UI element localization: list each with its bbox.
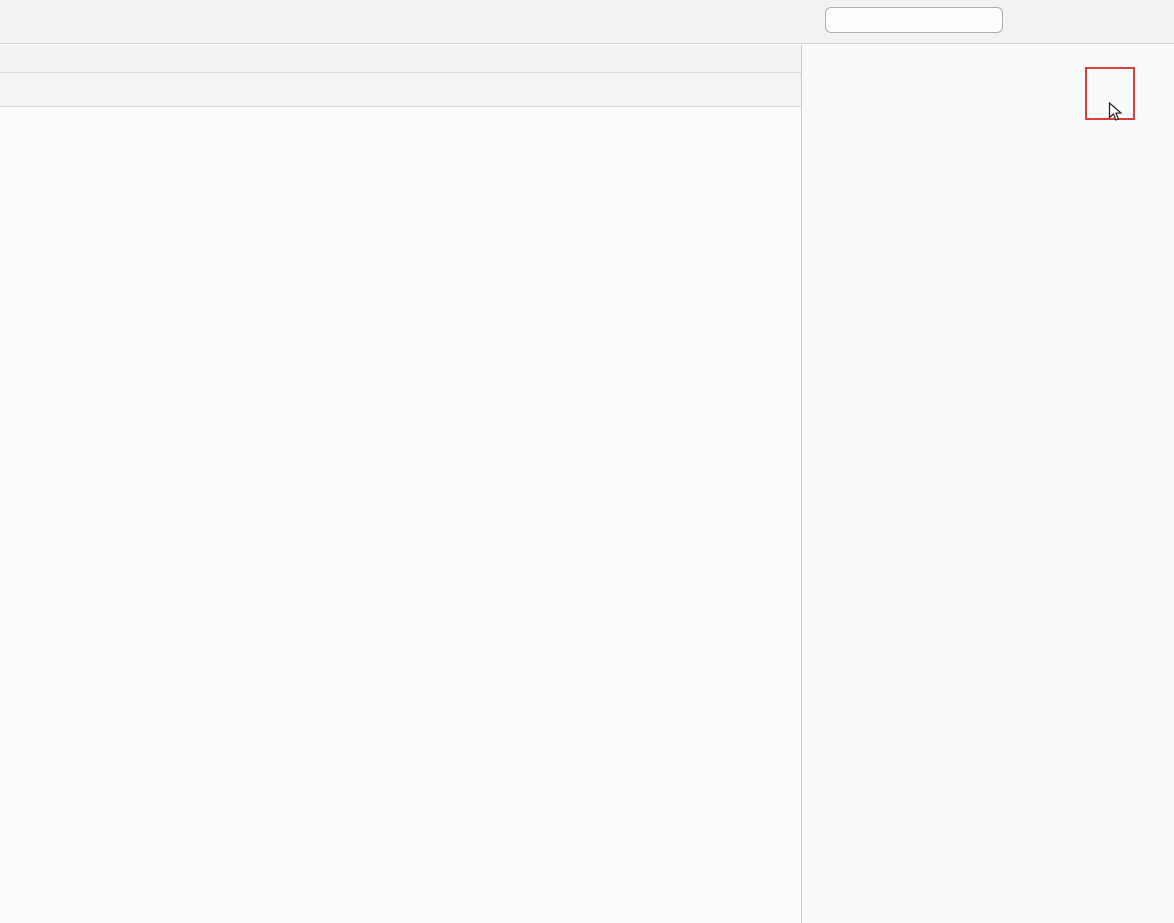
coverage-button[interactable] — [1084, 7, 1108, 33]
main-toolbar-right-group — [790, 7, 1168, 33]
diagram-canvas[interactable] — [0, 107, 801, 923]
maven-toolbar — [802, 72, 1174, 110]
profiler-button[interactable] — [1119, 7, 1143, 33]
run-configuration-select[interactable] — [825, 7, 1003, 33]
debug-button[interactable] — [1049, 7, 1073, 33]
diagram-toolbar — [0, 73, 801, 107]
editor-tab-bar — [0, 45, 801, 73]
maven-tree — [802, 110, 1174, 112]
ide-window — [0, 0, 1174, 923]
maven-panel-title — [802, 45, 1174, 72]
build-hammer-button[interactable] — [790, 7, 814, 33]
editor-pane — [0, 45, 801, 923]
main-toolbar — [0, 0, 1174, 44]
maven-tool-window — [802, 45, 1174, 923]
more-run-options-button[interactable] — [1154, 7, 1168, 33]
run-button[interactable] — [1014, 7, 1038, 33]
